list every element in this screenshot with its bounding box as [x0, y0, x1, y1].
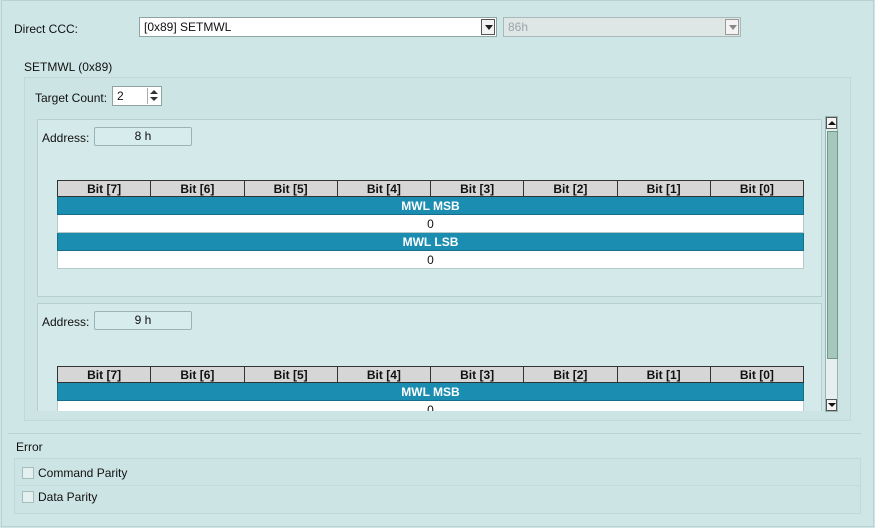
bit-2-header: Bit [2]: [523, 366, 618, 383]
direct-ccc-selected: [0x89] SETMWL: [144, 20, 232, 34]
chevron-down-icon: [725, 19, 739, 35]
bit-3-header: Bit [3]: [429, 366, 525, 383]
target-count-spinner[interactable]: 2: [112, 86, 162, 106]
bit-6-header: Bit [6]: [150, 180, 245, 197]
data-parity-checkbox[interactable]: [22, 491, 34, 503]
command-parity-label: Command Parity: [38, 466, 128, 480]
ccc-code-value: 86h: [508, 20, 529, 34]
address-value: 9 h: [134, 313, 152, 327]
bit-header-row: Bit [7] Bit [6] Bit [5] Bit [4] Bit [3] …: [56, 180, 805, 197]
direct-ccc-dropdown[interactable]: [0x89] SETMWL: [139, 17, 497, 37]
bit-3-header: Bit [3]: [429, 180, 525, 197]
bit-5-header: Bit [5]: [243, 366, 338, 383]
address-value: 8 h: [134, 129, 152, 143]
bit-table-2: Bit [7] Bit [6] Bit [5] Bit [4] Bit [3] …: [56, 366, 805, 411]
mwl-msb-band: MWL MSB: [57, 382, 804, 401]
bit-table-1: Bit [7] Bit [6] Bit [5] Bit [4] Bit [3] …: [56, 180, 805, 269]
target-count-label: Target Count:: [35, 91, 108, 105]
scroll-up-arrow-icon[interactable]: [826, 117, 837, 129]
mwl-lsb-value[interactable]: 0: [57, 250, 804, 269]
setmwl-group-title: SETMWL (0x89): [24, 60, 113, 74]
spinner-arrows-icon[interactable]: [147, 88, 160, 104]
bit-4-header: Bit [4]: [336, 180, 432, 197]
bit-0-header: Bit [0]: [709, 366, 805, 383]
address-label: Address:: [42, 315, 90, 329]
ccc-code-dropdown: 86h: [503, 17, 741, 37]
mwl-msb-value[interactable]: 0: [57, 214, 804, 233]
error-group: [14, 458, 861, 514]
bit-1-header: Bit [1]: [616, 366, 711, 383]
chevron-down-icon[interactable]: [481, 19, 495, 35]
bit-6-header: Bit [6]: [150, 366, 245, 383]
address-field: 8 h: [94, 127, 192, 146]
error-title: Error: [16, 440, 43, 454]
divider: [8, 433, 861, 434]
target-panel-1: Address: 8 h Bit [7] Bit [6] Bit [5] Bit…: [37, 119, 822, 297]
address-label: Address:: [42, 131, 90, 145]
bit-0-header: Bit [0]: [709, 180, 805, 197]
bit-7-header: Bit [7]: [56, 366, 152, 383]
bit-5-header: Bit [5]: [243, 180, 338, 197]
target-panel-2: Address: 9 h Bit [7] Bit [6] Bit [5] Bit…: [37, 303, 822, 411]
bit-7-header: Bit [7]: [56, 180, 152, 197]
mwl-lsb-band: MWL LSB: [57, 232, 804, 251]
command-parity-checkbox[interactable]: [22, 467, 34, 479]
scroll-thumb[interactable]: [827, 131, 838, 359]
data-parity-label: Data Parity: [38, 490, 98, 504]
vertical-scrollbar[interactable]: [825, 116, 838, 412]
address-field: 9 h: [94, 311, 192, 330]
targets-scroll-area: Address: 8 h Bit [7] Bit [6] Bit [5] Bit…: [34, 115, 825, 411]
divider: [15, 485, 860, 486]
bit-2-header: Bit [2]: [523, 180, 618, 197]
target-count-value: 2: [117, 89, 124, 103]
bit-header-row: Bit [7] Bit [6] Bit [5] Bit [4] Bit [3] …: [56, 366, 805, 383]
bit-1-header: Bit [1]: [616, 180, 711, 197]
scroll-down-arrow-icon[interactable]: [826, 399, 837, 411]
mwl-msb-value[interactable]: 0: [57, 400, 804, 411]
bit-4-header: Bit [4]: [336, 366, 432, 383]
direct-ccc-label: Direct CCC:: [14, 22, 79, 36]
mwl-msb-band: MWL MSB: [57, 196, 804, 215]
